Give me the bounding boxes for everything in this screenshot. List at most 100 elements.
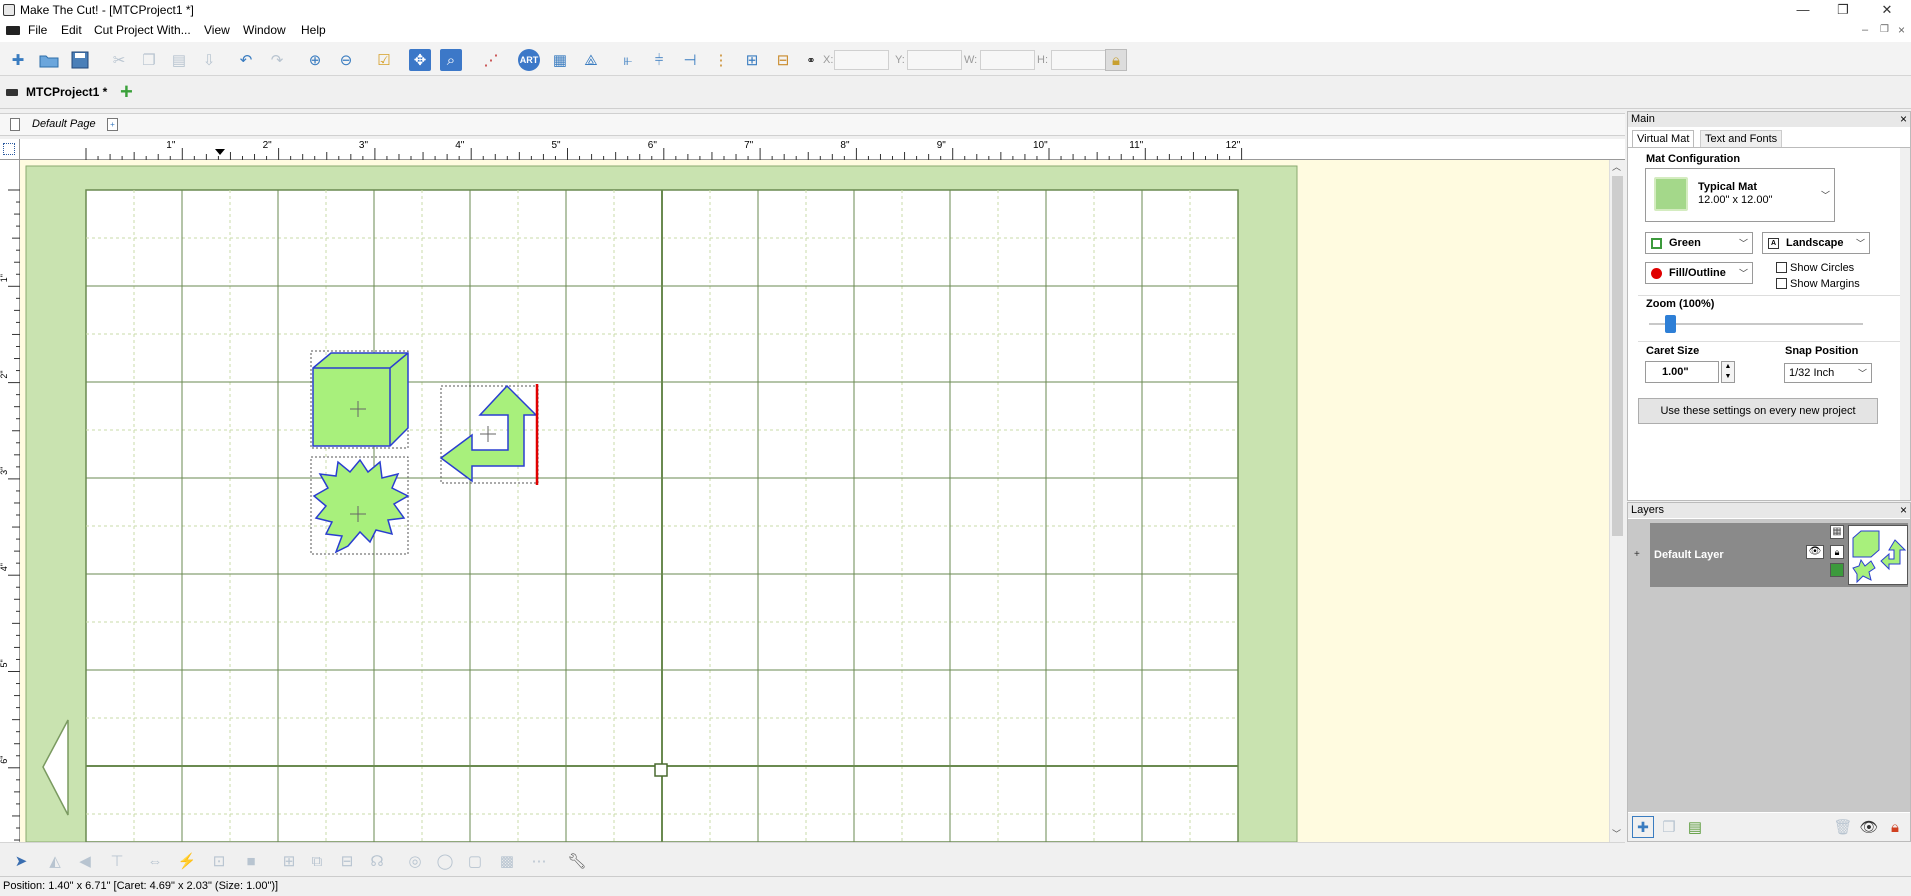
mdi-minimize-button[interactable]: – <box>1862 24 1868 36</box>
virtual-mat-svg[interactable] <box>20 160 1625 842</box>
flip-vertical-icon[interactable]: ◭ <box>44 850 66 872</box>
main-panel-scrollbar[interactable] <box>1900 148 1910 500</box>
lattice-icon[interactable]: ⋯ <box>528 850 550 872</box>
tab-virtual-mat[interactable]: Virtual Mat <box>1632 130 1695 147</box>
flip-horizontal-icon[interactable]: ◀ <box>74 850 96 872</box>
system-menu-icon[interactable] <box>6 26 20 35</box>
distribute-icon[interactable]: ⋮ <box>710 49 732 71</box>
menu-help[interactable]: Help <box>301 23 326 37</box>
project-tab[interactable]: MTCProject1 * <box>26 85 107 99</box>
zoom-slider[interactable] <box>1645 312 1867 336</box>
wrench-icon[interactable]: 🔧︎ <box>566 850 588 872</box>
cube-shape[interactable] <box>310 350 409 449</box>
cut-icon[interactable]: ✂ <box>108 49 130 71</box>
save-icon[interactable] <box>69 49 91 71</box>
node-edit-icon[interactable]: ⋰ <box>480 49 502 71</box>
align-center-icon[interactable]: ⫩ <box>648 49 670 71</box>
group-icon[interactable]: ⊡ <box>208 850 230 872</box>
align-right-icon[interactable]: ⊣ <box>679 49 701 71</box>
order-icon[interactable]: ⊞ <box>741 49 763 71</box>
zoom-slider-thumb[interactable] <box>1665 315 1677 333</box>
break-apart-icon[interactable]: ⚡ <box>176 850 198 872</box>
fill-mode-select[interactable]: Fill/Outline ﹀ <box>1645 262 1753 284</box>
shadow-layer-icon[interactable]: ◎ <box>404 850 426 872</box>
menu-cut-project-with[interactable]: Cut Project With... <box>94 23 191 37</box>
padlock-icon[interactable]: 🔒︎ <box>1105 49 1127 71</box>
scroll-down-arrow[interactable]: ﹀ <box>1612 827 1621 840</box>
pattern-icon[interactable]: ▩ <box>496 850 518 872</box>
copy-icon[interactable]: ❐ <box>138 49 160 71</box>
zoom-in-icon[interactable]: ⊕ <box>304 49 326 71</box>
w-input[interactable] <box>980 50 1035 70</box>
layer-grid-icon[interactable]: ▦ <box>1830 525 1844 539</box>
virtual-mat-canvas[interactable] <box>20 160 1625 842</box>
magnify-mode-icon[interactable]: ⌕ <box>440 49 462 71</box>
layer-lock-icon[interactable]: 🔒︎ <box>1830 545 1844 559</box>
scroll-thumb[interactable] <box>1612 176 1623 536</box>
mat-color-select[interactable]: Green ﹀ <box>1645 232 1753 254</box>
layer-expand-icon[interactable]: + <box>1634 549 1640 560</box>
trace-icon[interactable]: ☊ <box>366 850 388 872</box>
size-icon[interactable]: ⊟ <box>772 49 794 71</box>
menu-view[interactable]: View <box>204 23 230 37</box>
orientation-select[interactable]: A Landscape ﹀ <box>1762 232 1870 254</box>
add-project-icon[interactable]: + <box>120 79 133 105</box>
scroll-up-arrow[interactable]: ︿ <box>1612 160 1621 173</box>
main-panel-close-button[interactable]: × <box>1900 112 1907 127</box>
grid-icon[interactable]: ▦ <box>549 49 571 71</box>
x-input[interactable] <box>834 50 889 70</box>
mdi-restore-button[interactable]: ❐ <box>1880 24 1889 35</box>
shear-icon[interactable]: ⊤ <box>106 850 128 872</box>
canvas-vertical-scrollbar[interactable]: ︿ ﹀ <box>1609 160 1625 842</box>
weld-icon[interactable]: ⇔ <box>144 850 166 872</box>
open-folder-icon[interactable] <box>38 49 60 71</box>
import-icon[interactable]: ⇩ <box>198 49 220 71</box>
art-library-icon[interactable]: ART <box>518 49 540 71</box>
menu-window[interactable]: Window <box>243 23 286 37</box>
layer-visibility-icon[interactable]: 👁︎ <box>1806 545 1824 559</box>
layer-row[interactable]: Default Layer ▦ 👁︎ 🔒︎ <box>1650 523 1908 587</box>
maximize-button[interactable]: ❐ <box>1820 0 1866 20</box>
lock-all-icon[interactable]: 🔒︎ <box>1884 816 1906 838</box>
menu-file[interactable]: File <box>28 23 47 37</box>
layers-panel-close-button[interactable]: × <box>1900 503 1907 518</box>
undo-icon[interactable]: ↶ <box>235 49 257 71</box>
mat-type-select[interactable]: Typical Mat 12.00" x 12.00" ﹀ <box>1645 168 1835 222</box>
toggle-visibility-icon[interactable]: 👁︎ <box>1858 816 1880 838</box>
layer-options-icon[interactable]: ▤ <box>1684 816 1706 838</box>
duplicate-layer-icon[interactable]: ❐ <box>1658 816 1680 838</box>
align-left-icon[interactable]: ⫦ <box>617 49 639 71</box>
texture-icon[interactable]: ■ <box>240 850 262 872</box>
mat-center-handle[interactable] <box>654 763 668 777</box>
caret-size-input[interactable]: 1.00" <box>1645 361 1719 383</box>
zoom-out-icon[interactable]: ⊖ <box>335 49 357 71</box>
show-circles-checkbox[interactable] <box>1776 262 1787 273</box>
add-layer-icon[interactable]: ✚ <box>1632 816 1654 838</box>
intersect-icon[interactable]: ⊞ <box>278 850 300 872</box>
checklist-icon[interactable]: ☑ <box>373 49 395 71</box>
menu-edit[interactable]: Edit <box>61 23 82 37</box>
select-mode-icon[interactable]: ✥ <box>409 49 431 71</box>
tab-text-and-fonts[interactable]: Text and Fonts <box>1700 130 1783 147</box>
show-margins-checkbox[interactable] <box>1776 278 1787 289</box>
lock-aspect-icon[interactable]: ⚭ <box>800 49 822 71</box>
speech-icon[interactable]: ◯ <box>434 850 456 872</box>
y-input[interactable] <box>907 50 962 70</box>
new-project-icon[interactable]: ✚ <box>7 49 29 71</box>
delete-layer-icon[interactable]: 🗑︎ <box>1832 816 1854 838</box>
shapes-icon[interactable]: ⟁ <box>580 49 602 71</box>
pointer-tool-icon[interactable]: ➤ <box>10 850 32 872</box>
caret-size-stepper[interactable]: ▲ ▼ <box>1721 361 1735 383</box>
close-window-button[interactable]: ✕ <box>1864 0 1910 20</box>
exclude-icon[interactable]: ⧉ <box>306 850 328 872</box>
trim-icon[interactable]: ⊟ <box>336 850 358 872</box>
paste-icon[interactable]: ▤ <box>168 49 190 71</box>
redo-icon[interactable]: ↷ <box>266 49 288 71</box>
snap-position-select[interactable]: 1/32 Inch ﹀ <box>1784 363 1872 383</box>
layer-color-icon[interactable] <box>1830 563 1844 577</box>
page-tab[interactable]: Default Page <box>32 118 96 130</box>
mdi-close-button[interactable]: × <box>1898 23 1905 37</box>
frame-icon[interactable]: ▢ <box>464 850 486 872</box>
add-page-icon[interactable]: + <box>107 118 118 131</box>
h-input[interactable] <box>1051 50 1106 70</box>
